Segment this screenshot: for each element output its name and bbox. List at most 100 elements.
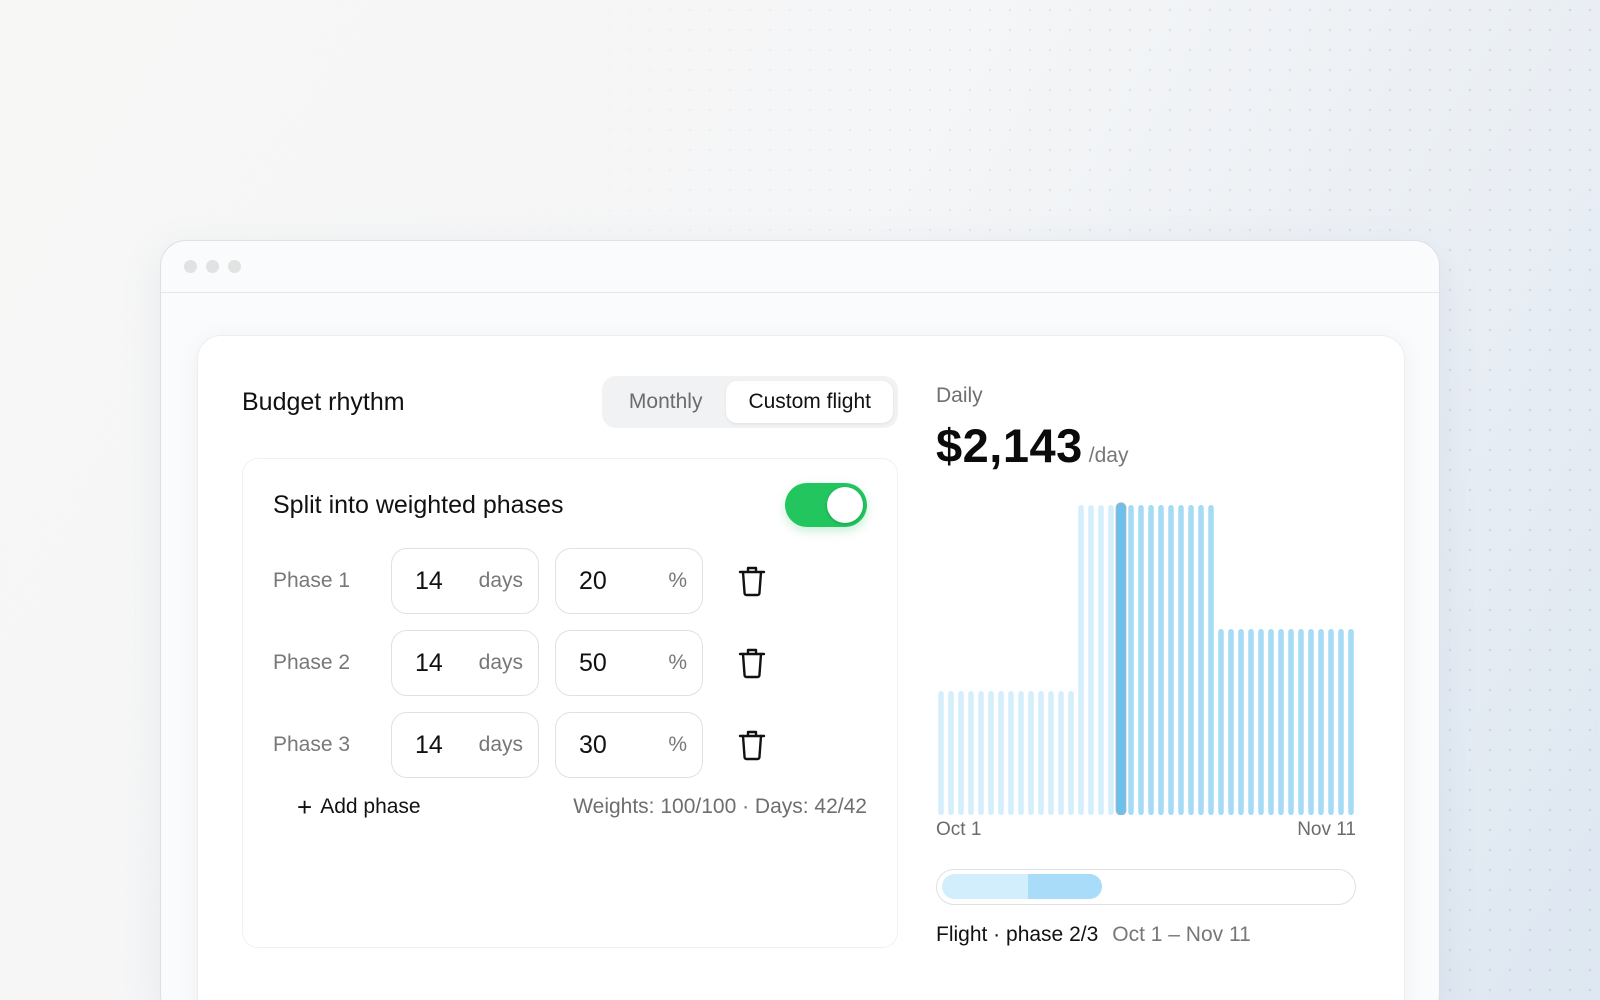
budget-settings: Budget rhythm Monthly Custom flight Spli… (242, 376, 898, 948)
weight-value: 20 (579, 566, 607, 595)
phase-weight-field[interactable]: 50 % (555, 630, 703, 696)
days-unit: days (478, 733, 523, 756)
chart-bar (1088, 505, 1094, 815)
flight-range-text: Oct 1 – Nov 11 (1112, 923, 1251, 946)
chart-bar (1028, 691, 1034, 815)
phase-row-1: Phase 1 14 days 20 % (273, 548, 867, 614)
chart-bar (1318, 629, 1324, 815)
chart-bar (1158, 505, 1164, 815)
phase-row-2: Phase 2 14 days 50 % (273, 630, 867, 696)
window-minimize-dot[interactable] (206, 260, 219, 273)
selected-day-bar[interactable] (1115, 502, 1127, 815)
progress-current-phase (1028, 874, 1102, 899)
chart-bars (938, 502, 1354, 815)
days-value: 14 (415, 730, 443, 759)
chart-bar (1238, 629, 1244, 815)
chart-bar (1178, 505, 1184, 815)
chart-bar (1138, 505, 1144, 815)
weight-unit: % (668, 569, 687, 592)
daily-label: Daily (936, 384, 983, 407)
rhythm-segmented-control: Monthly Custom flight (601, 376, 898, 428)
flight-progress-bar (936, 869, 1356, 905)
phase-label: Phase 1 (273, 569, 351, 592)
phase-days-field[interactable]: 14 days (391, 548, 539, 614)
daily-budget-chart (936, 495, 1356, 815)
phases-footer: + Add phase Weights: 100/100 · Days: 42/… (273, 794, 867, 820)
per-day-unit: /day (1088, 444, 1129, 467)
segment-monthly[interactable]: Monthly (607, 381, 725, 423)
budget-card: Budget rhythm Monthly Custom flight Spli… (197, 335, 1405, 1000)
chart-bar (1018, 691, 1024, 815)
phase-weight-field[interactable]: 20 % (555, 548, 703, 614)
chart-bar (1168, 505, 1174, 815)
chart-bar (1308, 629, 1314, 815)
trash-icon[interactable] (737, 728, 767, 762)
chart-bar (1328, 629, 1334, 815)
phase-row-3: Phase 3 14 days 30 % (273, 712, 867, 778)
phase-label: Phase 3 (273, 733, 351, 756)
chart-bar (1338, 629, 1344, 815)
app-window: Budget rhythm Monthly Custom flight Spli… (160, 240, 1440, 1000)
chart-bar (1228, 629, 1234, 815)
chart-bar (958, 691, 964, 815)
weights-days-summary: Weights: 100/100 · Days: 42/42 (573, 795, 867, 818)
chart-bar (1008, 691, 1014, 815)
chart-bar (1208, 505, 1214, 815)
trash-icon[interactable] (737, 564, 767, 598)
daily-amount-row: $2,143 /day (936, 418, 1356, 473)
chart-bar (1188, 505, 1194, 815)
card-header: Budget rhythm Monthly Custom flight (242, 376, 898, 428)
days-unit: days (478, 569, 523, 592)
weight-unit: % (668, 651, 687, 674)
chart-bar (1268, 629, 1274, 815)
split-row: Split into weighted phases (273, 481, 867, 529)
plus-icon: + (297, 792, 313, 822)
chart-bar (1108, 505, 1114, 815)
phase-weight-field[interactable]: 30 % (555, 712, 703, 778)
chart-bar (1148, 505, 1154, 815)
phase-list: Phase 1 14 days 20 % Phase 2 14 days 50 … (273, 548, 867, 778)
chart-bar (1128, 505, 1134, 815)
phase-label: Phase 2 (273, 651, 351, 674)
window-close-dot[interactable] (184, 260, 197, 273)
chart-bar (1198, 505, 1204, 815)
chart-bar (938, 691, 944, 815)
chart-bar (1278, 629, 1284, 815)
days-value: 14 (415, 648, 443, 677)
card-title: Budget rhythm (242, 387, 405, 416)
chart-bar (1298, 629, 1304, 815)
chart-bar (998, 691, 1004, 815)
flight-phase-text: Flight · phase 2/3 (936, 923, 1099, 946)
progress-completed (942, 874, 1029, 899)
chart-bar (1288, 629, 1294, 815)
chart-bar (1038, 691, 1044, 815)
weight-value: 30 (579, 730, 607, 759)
chart-bar (968, 691, 974, 815)
chart-bar (1068, 691, 1074, 815)
chart-bar (1218, 629, 1224, 815)
window-maximize-dot[interactable] (228, 260, 241, 273)
segment-custom-flight[interactable]: Custom flight (726, 381, 893, 423)
phases-panel: Split into weighted phases Phase 1 14 da… (242, 458, 898, 948)
chart-bar (1348, 629, 1354, 815)
days-unit: days (478, 651, 523, 674)
daily-preview: Daily $2,143 /day Oct 1 Nov 11 Flight · … (936, 376, 1356, 947)
chart-bar (988, 691, 994, 815)
weight-unit: % (668, 733, 687, 756)
weight-value: 50 (579, 648, 607, 677)
chart-bar (1258, 629, 1264, 815)
daily-amount: $2,143 (936, 419, 1083, 472)
chart-x-axis: Oct 1 Nov 11 (936, 819, 1356, 841)
window-titlebar (161, 241, 1439, 293)
split-toggle[interactable] (785, 483, 867, 527)
days-value: 14 (415, 566, 443, 595)
phase-days-field[interactable]: 14 days (391, 630, 539, 696)
add-phase-button[interactable]: + Add phase (297, 794, 421, 820)
chart-bar (1078, 505, 1084, 815)
chart-bar (1098, 505, 1104, 815)
trash-icon[interactable] (737, 646, 767, 680)
split-label: Split into weighted phases (273, 490, 564, 519)
chart-bar (948, 691, 954, 815)
phase-days-field[interactable]: 14 days (391, 712, 539, 778)
add-phase-label: Add phase (320, 795, 421, 818)
